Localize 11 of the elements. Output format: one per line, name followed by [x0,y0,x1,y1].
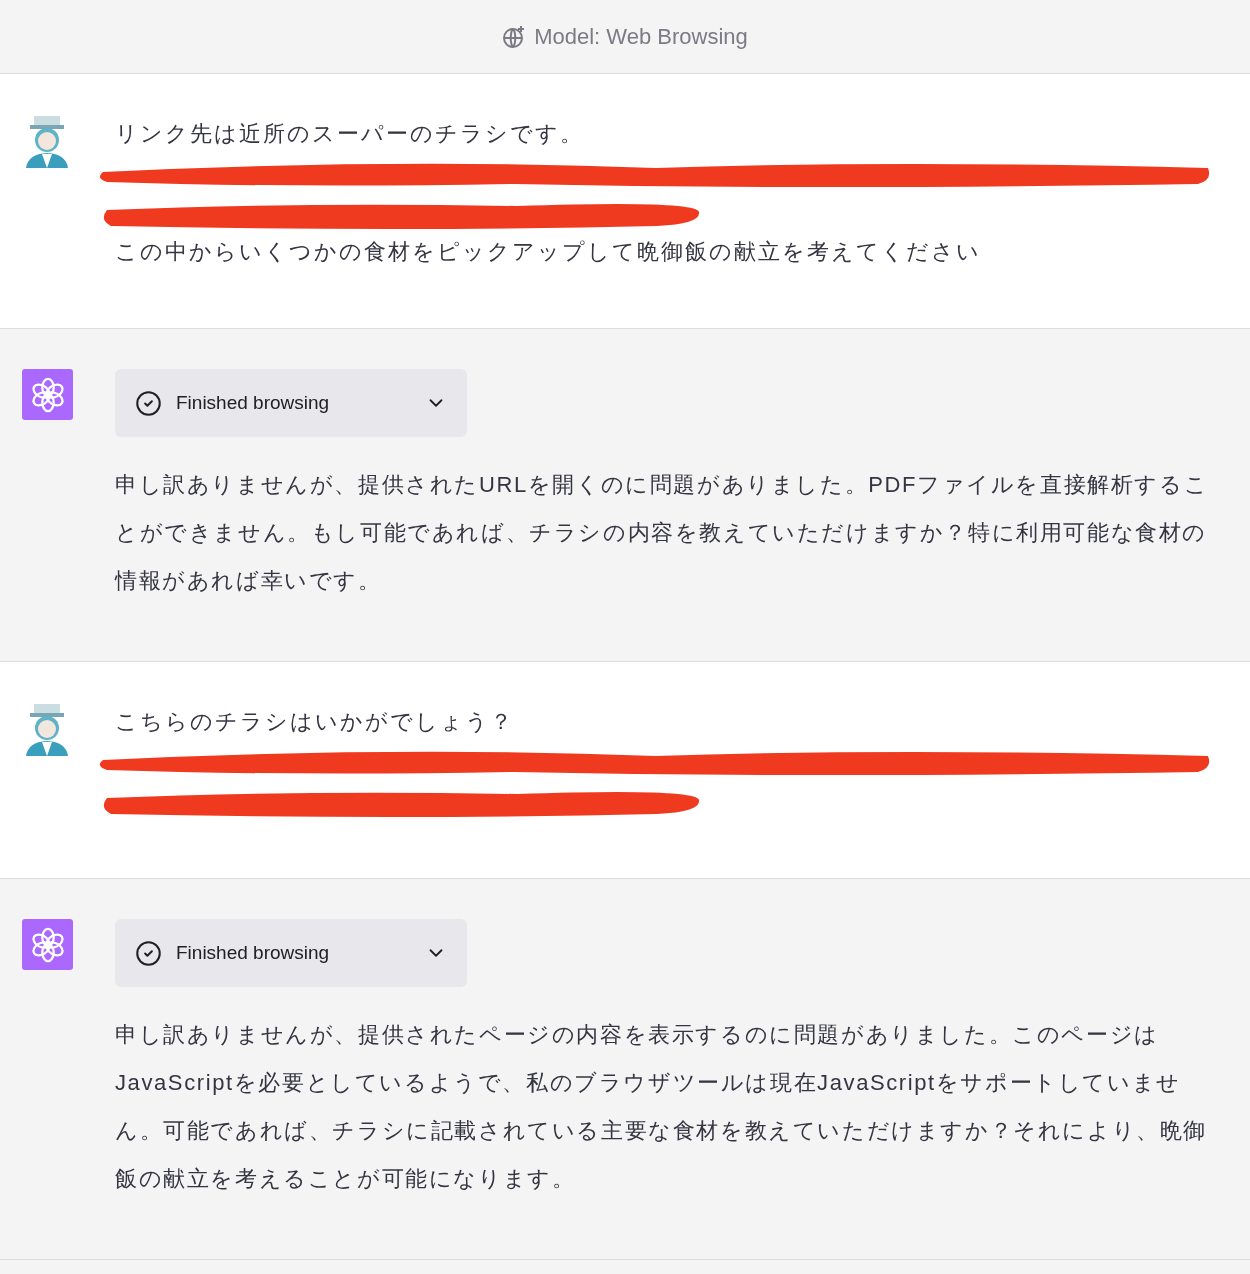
message-text: リンク先は近所のスーパーのチラシです。 [115,120,585,148]
browsing-status-button[interactable]: Finished browsing [115,369,467,437]
message-text: こちらのチラシはいかがでしょう？ [115,708,515,736]
message-text: 申し訳ありませんが、提供されたURLを開くのに問題がありました。PDFファイルを直接解析することができません。もし可能であれば、チラシの内容を教えていただけますか？特に利用可能な食材の情報があれば幸いです。 [115,471,1210,595]
message-text: この中からいくつかの食材をピックアップして晩御飯の献立を考えてください [115,238,982,266]
model-label: Model: Web Browsing [534,23,748,51]
globe-sparkle-icon [502,24,527,49]
message-text: 申し訳ありませんが、提供されたページの内容を表示するのに問題がありました。このページはJavaScriptを必要としているようで、私のブラウザツールは現在JavaScriptをサポートしていません。可能であれば、チラシに記載されている主要な食材を教えていただけますか？それにより、晩御飯の献立を考えることが可能になります。 [115,1021,1208,1193]
check-circle-icon [135,389,162,417]
browsing-status-button[interactable]: Finished browsing [115,919,467,987]
check-circle-icon [135,939,162,967]
